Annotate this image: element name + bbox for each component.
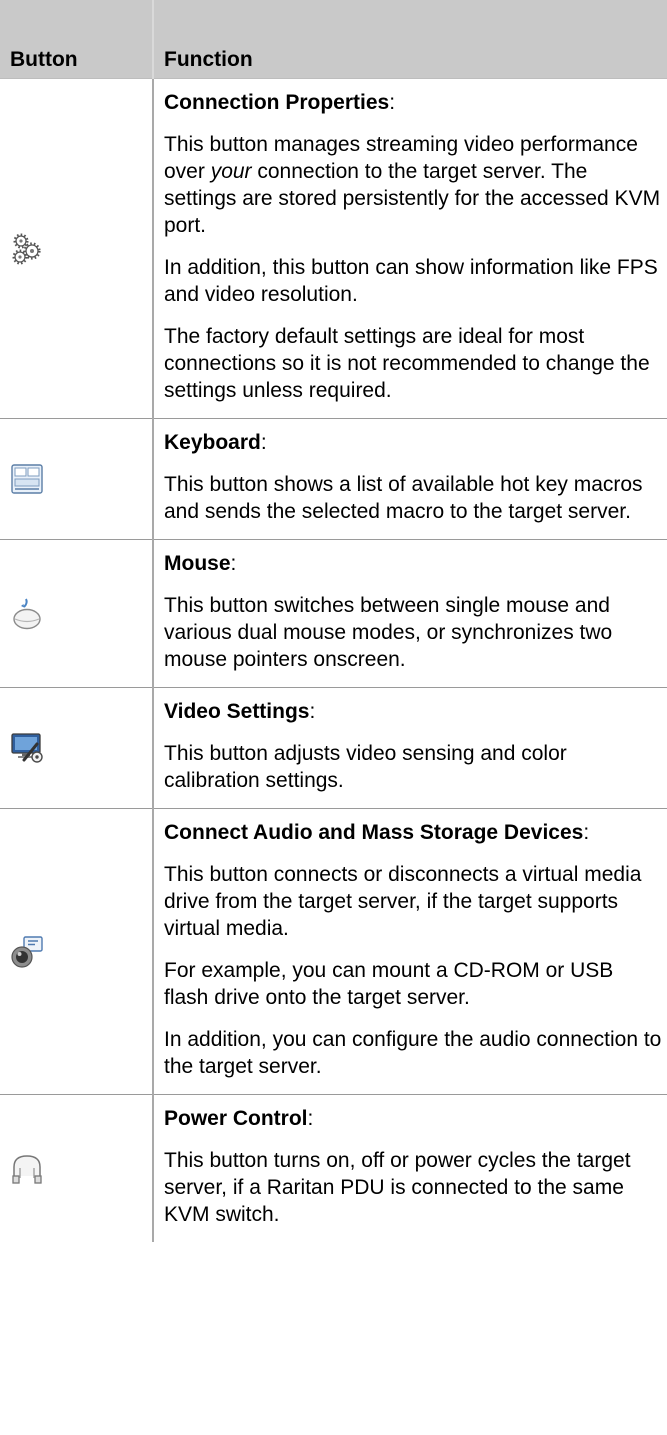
audio-storage-icon[interactable] [10, 935, 44, 969]
function-title: Connection Properties: [164, 89, 663, 116]
table-row: Connection Properties: This button manag… [0, 78, 667, 419]
function-title-text: Mouse [164, 552, 231, 575]
description-text: This button switches between single mous… [164, 594, 613, 671]
function-description: This button connects or disconnects a vi… [164, 861, 663, 942]
table-row: Mouse: This button switches between sing… [0, 539, 667, 688]
function-description: In addition, this button can show inform… [164, 254, 663, 308]
button-cell [0, 687, 154, 809]
function-cell: Keyboard: This button shows a list of av… [153, 418, 667, 540]
function-title-text: Connection Properties [164, 91, 390, 114]
function-title: Connect Audio and Mass Storage Devices: [164, 819, 663, 846]
function-description: For example, you can mount a CD-ROM or U… [164, 957, 663, 1011]
description-text: This button turns on, off or power cycle… [164, 1149, 631, 1226]
emphasis-text: your [210, 160, 252, 183]
column-header-function: Function [153, 0, 667, 79]
function-title-colon: : [230, 552, 237, 575]
button-cell [0, 78, 154, 419]
function-title-text: Keyboard [164, 431, 261, 454]
function-description: This button manages streaming video perf… [164, 131, 663, 239]
function-title-colon: : [583, 821, 590, 844]
description-text: In addition, this button can show inform… [164, 256, 658, 306]
function-title: Keyboard: [164, 429, 663, 456]
table-header-row: Button Function [0, 0, 667, 79]
function-cell: Connection Properties: This button manag… [153, 78, 667, 419]
video-settings-icon[interactable] [10, 731, 44, 765]
description-text: In addition, you can configure the audio… [164, 1028, 662, 1078]
function-title: Power Control: [164, 1105, 663, 1132]
button-cell [0, 1094, 154, 1242]
function-title-text: Power Control [164, 1107, 308, 1130]
function-description: This button shows a list of available ho… [164, 471, 663, 525]
keyboard-icon[interactable] [10, 462, 44, 496]
table-row: Keyboard: This button shows a list of av… [0, 418, 667, 540]
function-description: In addition, you can configure the audio… [164, 1026, 663, 1080]
function-title-text: Video Settings [164, 700, 310, 723]
function-title-colon: : [307, 1107, 314, 1130]
function-description: This button adjusts video sensing and co… [164, 740, 663, 794]
button-cell [0, 808, 154, 1095]
function-description: This button turns on, off or power cycle… [164, 1147, 663, 1228]
description-text: This button shows a list of available ho… [164, 473, 643, 523]
button-cell [0, 539, 154, 688]
description-text: The factory default settings are ideal f… [164, 325, 650, 402]
function-title-colon: : [309, 700, 316, 723]
function-title: Video Settings: [164, 698, 663, 725]
function-title-colon: : [260, 431, 267, 454]
function-title-text: Connect Audio and Mass Storage Devices [164, 821, 584, 844]
description-text: For example, you can mount a CD-ROM or U… [164, 959, 614, 1009]
table-row: Connect Audio and Mass Storage Devices: … [0, 808, 667, 1095]
gears-icon[interactable] [10, 232, 44, 266]
function-cell: Video Settings: This button adjusts vide… [153, 687, 667, 809]
page: Button Function Connection Properties: T… [0, 0, 667, 1435]
function-title-colon: : [389, 91, 396, 114]
function-title: Mouse: [164, 550, 663, 577]
function-cell: Mouse: This button switches between sing… [153, 539, 667, 688]
function-description: The factory default settings are ideal f… [164, 323, 663, 404]
function-cell: Power Control: This button turns on, off… [153, 1095, 667, 1243]
column-header-button: Button [0, 0, 154, 79]
button-function-table: Button Function Connection Properties: T… [0, 0, 667, 1242]
mouse-icon[interactable] [10, 597, 44, 631]
description-text: This button connects or disconnects a vi… [164, 863, 642, 940]
power-control-icon[interactable] [10, 1152, 44, 1186]
table-row: Video Settings: This button adjusts vide… [0, 687, 667, 809]
function-cell: Connect Audio and Mass Storage Devices: … [153, 808, 667, 1095]
table-row: Power Control: This button turns on, off… [0, 1094, 667, 1243]
function-description: This button switches between single mous… [164, 592, 663, 673]
description-text: This button adjusts video sensing and co… [164, 742, 567, 792]
button-cell [0, 418, 154, 540]
